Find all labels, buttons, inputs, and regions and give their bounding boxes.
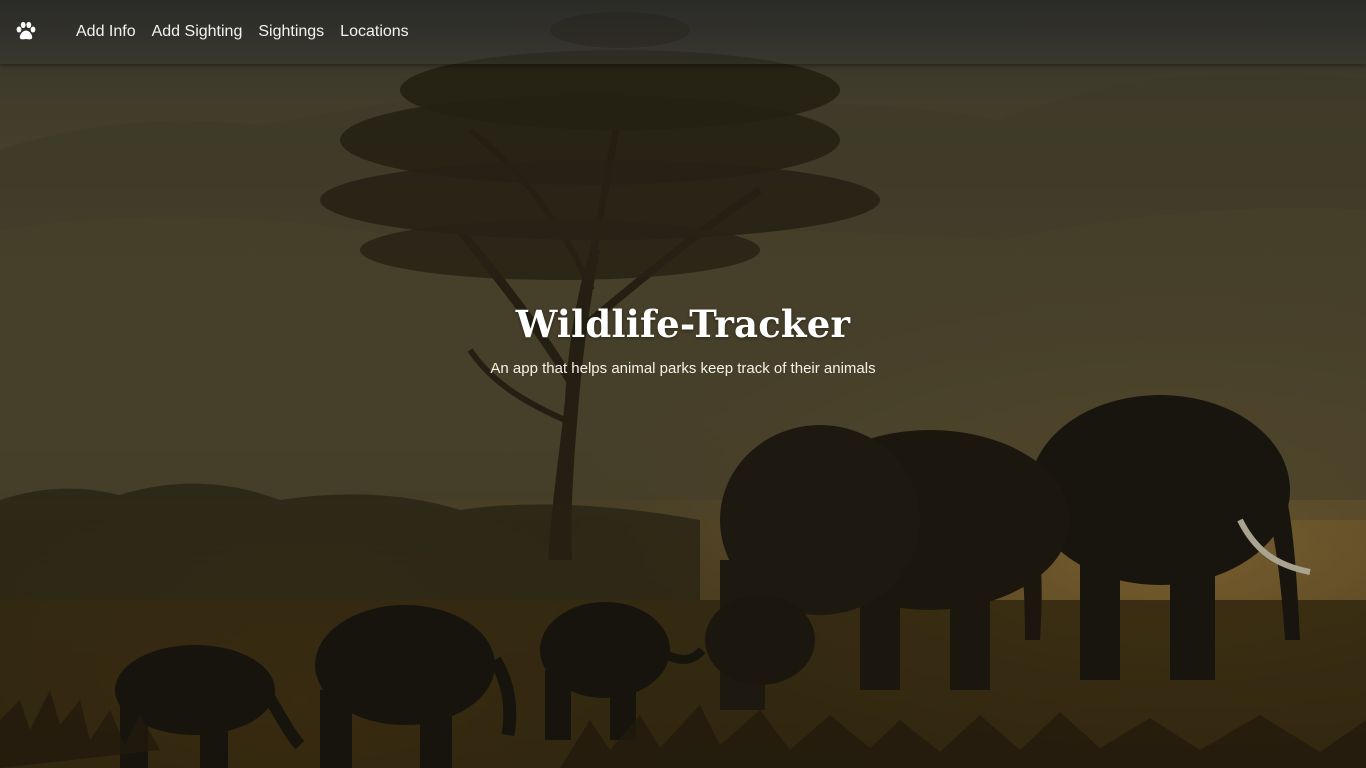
nav-links: Add Info Add Sighting Sightings Location… bbox=[68, 0, 417, 64]
nav-link-add-info[interactable]: Add Info bbox=[68, 0, 144, 64]
hero-section: Add Info Add Sighting Sightings Location… bbox=[0, 0, 1366, 768]
page-subtitle: An app that helps animal parks keep trac… bbox=[490, 360, 876, 377]
nav-link-locations[interactable]: Locations bbox=[332, 0, 417, 64]
nav-link-add-sighting[interactable]: Add Sighting bbox=[144, 0, 251, 64]
top-navbar: Add Info Add Sighting Sightings Location… bbox=[0, 0, 1366, 64]
background-overlay bbox=[0, 0, 1366, 768]
paw-icon[interactable] bbox=[14, 20, 38, 44]
page-title: Wildlife-Tracker bbox=[515, 302, 851, 346]
nav-link-sightings[interactable]: Sightings bbox=[250, 0, 332, 64]
hero-text: Wildlife-Tracker An app that helps anima… bbox=[0, 302, 1366, 377]
